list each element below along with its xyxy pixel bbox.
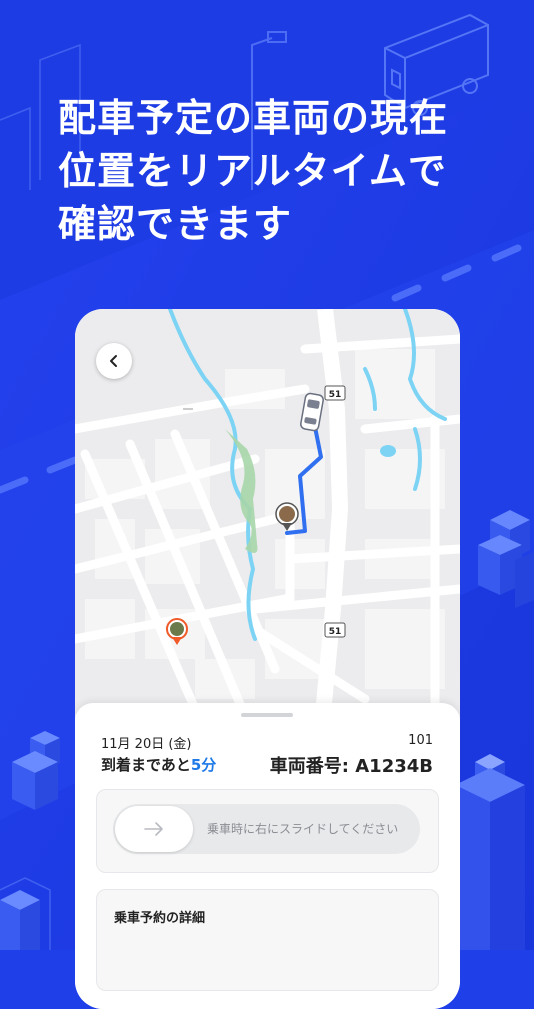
booking-date: 11月 20日 (金) <box>101 737 192 752</box>
headline: 配車予定の車両の現在 位置をリアルタイムで 確認できます <box>58 92 498 251</box>
map-view[interactable]: 51 51 <box>75 309 460 714</box>
booking-sheet: 11月 20日 (金) 101 到着まであと5分 車両番号: A1234B 乗車… <box>75 703 460 1009</box>
phone-screen: 51 51 11月 20日 (金) 101 到着まであと5分 車両番号: A12… <box>75 309 460 1009</box>
headline-line-3: 確認できます <box>58 202 293 246</box>
chevron-left-icon <box>110 355 117 367</box>
booking-details-title: 乗車予約の詳細 <box>114 911 206 926</box>
headline-line-2: 位置をリアルタイムで <box>58 149 447 193</box>
booking-details-card[interactable]: 乗車予約の詳細 <box>96 889 439 991</box>
route-badge-bottom-label: 51 <box>329 627 342 637</box>
route-badge-bottom: 51 <box>324 622 346 638</box>
slider-hint: 乗車時に右にスライドしてください <box>207 822 399 836</box>
boarding-slider[interactable]: 乗車時に右にスライドしてください <box>113 804 420 854</box>
slide-card: 乗車時に右にスライドしてください <box>96 789 439 873</box>
eta-value: 5分 <box>190 756 217 774</box>
headline-line-1: 配車予定の車両の現在 <box>58 96 449 140</box>
vehicle-plate: 車両番号: A1234B <box>269 756 433 777</box>
route-badge-top: 51 <box>324 385 346 401</box>
eta-text: 到着まであと5分 <box>101 754 216 775</box>
slider-knob[interactable] <box>115 806 193 852</box>
back-button[interactable] <box>96 343 132 379</box>
booking-room: 101 <box>408 733 433 748</box>
route-badge-top-label: 51 <box>329 390 342 400</box>
eta-prefix: 到着まであと <box>101 756 191 774</box>
sheet-handle[interactable] <box>241 713 293 717</box>
arrow-right-icon <box>144 822 163 836</box>
